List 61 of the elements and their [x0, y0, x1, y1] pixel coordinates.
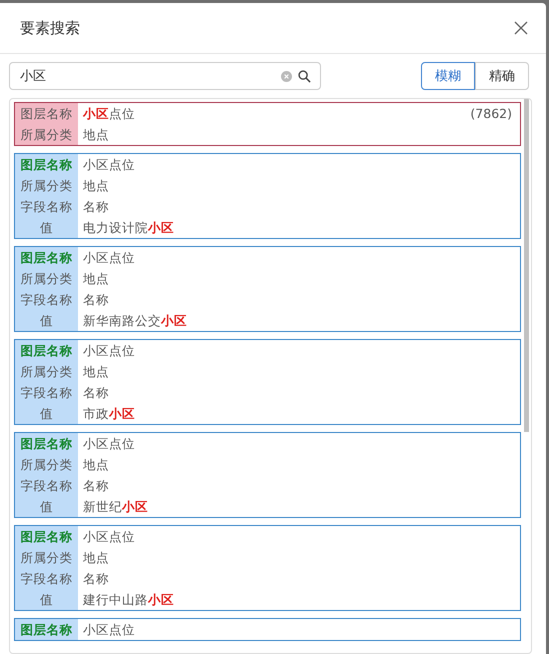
result-card[interactable]: 图层名称 小区点位 所属分类 地点 字段名称 名称 值 新华南路公交小区	[14, 246, 521, 332]
field-label: 字段名称	[15, 196, 78, 217]
field-label: 图层名称	[15, 340, 78, 361]
field-label: 所属分类	[15, 547, 78, 568]
result-card[interactable]: 图层名称 小区点位 所属分类 地点 字段名称 名称 值 电力设计院小区	[14, 153, 521, 239]
result-count: (7862)	[470, 105, 512, 122]
dialog-title: 要素搜索	[20, 18, 80, 38]
field-value: 地点	[82, 270, 110, 288]
field-label: 值	[15, 589, 78, 610]
field-label: 图层名称	[15, 526, 78, 547]
field-value: 名称	[82, 384, 110, 402]
field-value: 名称	[82, 198, 110, 216]
field-label: 图层名称	[15, 433, 78, 454]
field-value: 小区点位	[82, 342, 136, 360]
field-label: 所属分类	[15, 124, 78, 145]
field-label: 字段名称	[15, 568, 78, 589]
field-value: 地点	[82, 177, 110, 195]
search-field[interactable]: 小区	[9, 62, 321, 90]
field-value: 小区点位	[83, 105, 135, 122]
field-label: 字段名称	[15, 289, 78, 310]
field-label: 图层名称	[15, 103, 78, 124]
field-value: 小区点位	[82, 156, 136, 174]
field-value: 小区点位	[82, 249, 136, 267]
field-label: 值	[15, 217, 78, 238]
field-value: 新世纪小区	[82, 498, 149, 516]
field-value: 地点	[82, 456, 110, 474]
field-value: 地点	[82, 549, 110, 567]
mode-toggle[interactable]: 模糊	[421, 62, 475, 90]
field-label: 图层名称	[15, 247, 78, 268]
field-value: 地点	[82, 363, 110, 381]
field-value: 小区点位	[82, 435, 136, 453]
field-label: 值	[15, 496, 78, 517]
field-value: 建行中山路小区	[82, 591, 175, 609]
result-card[interactable]: 图层名称 小区点位 所属分类 地点 字段名称 名称 值 建行中山路小区	[14, 525, 521, 611]
field-label: 字段名称	[15, 475, 78, 496]
scrollbar-thumb[interactable]	[524, 99, 529, 432]
field-label: 值	[15, 310, 78, 331]
field-label: 所属分类	[15, 361, 78, 382]
field-label: 图层名称	[15, 154, 78, 175]
field-value: 名称	[82, 570, 110, 588]
field-value: 新华南路公交小区	[82, 312, 188, 330]
field-value: 名称	[82, 477, 110, 495]
field-value: 电力设计院小区	[82, 219, 175, 237]
mode-toggle[interactable]: 精确	[475, 62, 529, 90]
field-value: 小区点位	[82, 528, 136, 546]
close-icon[interactable]	[514, 21, 528, 35]
result-card[interactable]: 图层名称 小区点位 所属分类 地点 字段名称 名称 值 市政小区	[14, 339, 521, 425]
field-label: 字段名称	[15, 382, 78, 403]
field-label: 所属分类	[15, 268, 78, 289]
search-icon[interactable]	[298, 70, 311, 82]
layer-card[interactable]: 图层名称 小区点位 (7862) 所属分类 地点	[14, 102, 521, 146]
field-value: 地点	[82, 126, 110, 144]
field-label: 所属分类	[15, 175, 78, 196]
field-label: 图层名称	[15, 619, 78, 640]
field-value: 名称	[82, 291, 110, 309]
result-card[interactable]: 图层名称 小区点位	[14, 618, 521, 641]
field-value: 小区点位	[82, 621, 136, 639]
field-label: 所属分类	[15, 454, 78, 475]
field-label: 值	[15, 403, 78, 424]
result-card[interactable]: 图层名称 小区点位 所属分类 地点 字段名称 名称 值 新世纪小区	[14, 432, 521, 518]
field-value: 市政小区	[82, 405, 136, 423]
